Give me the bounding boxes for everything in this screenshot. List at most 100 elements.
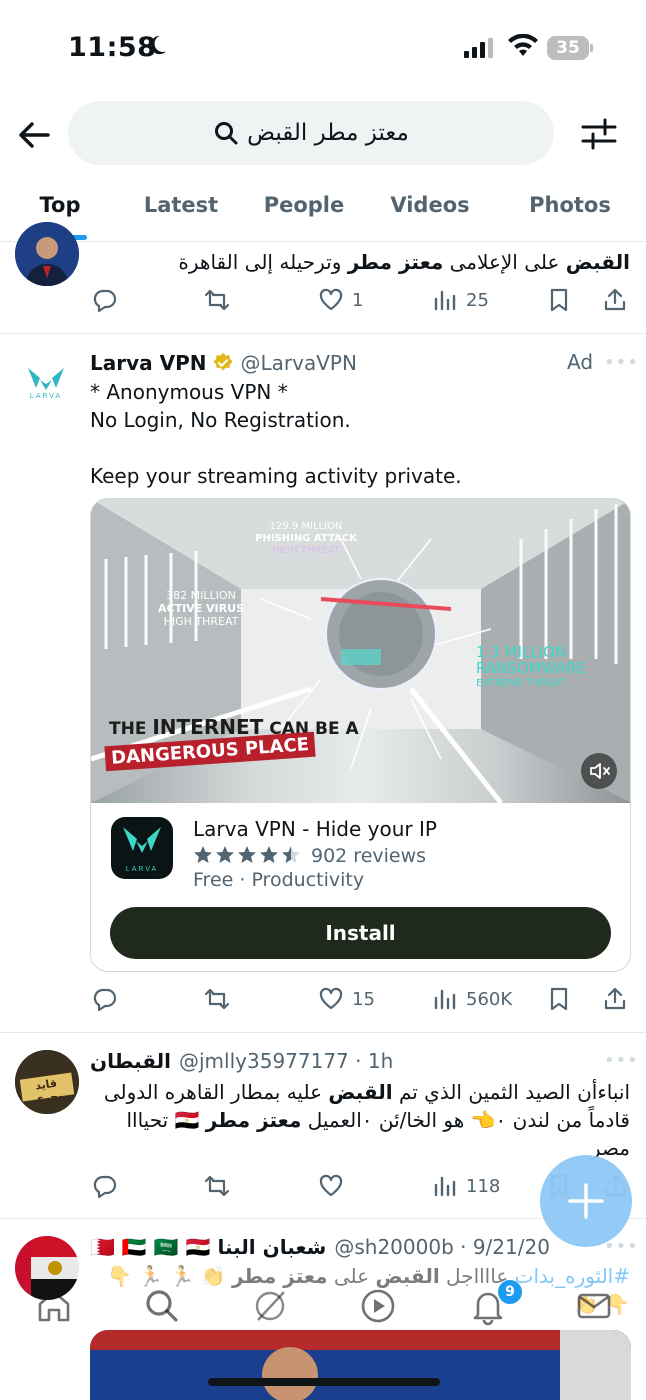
retweet-button[interactable] bbox=[204, 284, 230, 316]
bookmark-button[interactable] bbox=[546, 284, 572, 316]
status-time: 11:58 bbox=[68, 32, 157, 63]
views-icon bbox=[434, 1176, 456, 1197]
divider bbox=[0, 333, 646, 334]
bookmark-icon bbox=[550, 987, 568, 1011]
tweet-media[interactable] bbox=[90, 1330, 631, 1400]
moon-icon bbox=[150, 35, 167, 55]
tab-latest-label: Latest bbox=[143, 193, 219, 217]
larva-logo[interactable]: LARVA bbox=[18, 362, 74, 406]
reply-button[interactable] bbox=[92, 284, 118, 316]
install-button[interactable]: Install bbox=[110, 907, 611, 959]
tab-photos-label: Photos bbox=[529, 193, 611, 217]
retweet-button[interactable] bbox=[204, 983, 230, 1015]
ad-actions: 15 560K bbox=[90, 983, 630, 1015]
stat-label: ACTIVE VIRUS bbox=[158, 602, 244, 615]
ad-card[interactable]: 129.9 MILLION PHISHING ATTACK HIGH THREAT … bbox=[90, 498, 631, 972]
text-segment: عليه بمطار القاهره الدولى bbox=[103, 1080, 329, 1104]
more-options-icon[interactable]: ••• bbox=[604, 1050, 639, 1071]
search-icon[interactable] bbox=[142, 1286, 182, 1326]
ad-author-handle: @LarvaVPN bbox=[240, 351, 357, 375]
mute-icon bbox=[590, 763, 610, 779]
view-count: 560K bbox=[466, 988, 513, 1010]
home-icon[interactable] bbox=[34, 1286, 74, 1326]
stat-ransomware: 1.3 MILLION RANSOMWARE EXTREME THREAT bbox=[476, 644, 596, 692]
views-button[interactable]: 25 bbox=[432, 284, 489, 316]
search-input[interactable]: معتز مطر القبض bbox=[68, 101, 554, 165]
video-icon[interactable] bbox=[358, 1286, 398, 1326]
like-button[interactable]: 15 bbox=[318, 983, 375, 1015]
compose-button[interactable] bbox=[540, 1155, 632, 1247]
bottom-nav bbox=[0, 1270, 646, 1340]
views-button[interactable]: 560K bbox=[432, 983, 512, 1015]
views-icon bbox=[434, 290, 456, 311]
retweet-button[interactable] bbox=[204, 1170, 230, 1202]
messages-icon[interactable] bbox=[574, 1286, 614, 1326]
tab-videos-label: Videos bbox=[390, 193, 470, 217]
filter-icon[interactable] bbox=[580, 116, 618, 152]
text-segment: 👈 bbox=[470, 1108, 496, 1132]
tab-videos[interactable]: Videos bbox=[380, 188, 480, 242]
text-segment: وترحيله إلى القاهرة bbox=[178, 250, 348, 274]
reply-icon bbox=[93, 988, 117, 1012]
battery-level: 35 bbox=[556, 38, 580, 58]
author-name[interactable]: القبطان bbox=[90, 1049, 171, 1073]
like-button[interactable]: 1 bbox=[318, 284, 363, 316]
share-button[interactable] bbox=[602, 284, 628, 316]
avatar[interactable]: قايد بحري bbox=[15, 1050, 79, 1114]
more-options-icon[interactable]: ••• bbox=[604, 352, 639, 373]
tweet-text: القبض على الإعلامى معتز مطر وترحيله إلى … bbox=[100, 248, 630, 276]
stat-sub: HIGH THREAT bbox=[272, 545, 340, 556]
bookmark-button[interactable] bbox=[546, 983, 572, 1015]
like-button[interactable] bbox=[318, 1170, 344, 1202]
text-segment: على الإعلامى bbox=[443, 250, 566, 274]
tweet-author: شعبان البنا 🇧🇭 🇦🇪 🇸🇦 🇪🇬 @sh20000b · 9/21… bbox=[90, 1232, 550, 1262]
ad-label: Ad bbox=[567, 350, 594, 374]
status-bar: 11:58 35 bbox=[0, 0, 646, 95]
stat-sub: HIGH THREAT bbox=[163, 615, 239, 628]
reply-icon bbox=[93, 289, 117, 313]
reply-icon bbox=[93, 1175, 117, 1199]
text-segment: هو الخا/ئن ٠العميل bbox=[301, 1108, 471, 1132]
back-arrow-icon[interactable] bbox=[14, 115, 54, 155]
author-name[interactable]: شعبان البنا 🇧🇭 🇦🇪 🇸🇦 🇪🇬 bbox=[90, 1235, 326, 1259]
ad-author: Larva VPN @LarvaVPN bbox=[90, 348, 357, 378]
tweet-media-image bbox=[90, 1330, 631, 1400]
tab-latest[interactable]: Latest bbox=[128, 188, 234, 242]
larva-logo-text: LARVA bbox=[29, 392, 63, 400]
avatar[interactable] bbox=[15, 222, 79, 286]
text-highlight: معتز مطر bbox=[347, 250, 444, 274]
mute-button[interactable] bbox=[581, 753, 617, 789]
battery-icon: 35 bbox=[547, 36, 593, 60]
ad-author-name[interactable]: Larva VPN bbox=[90, 351, 206, 375]
reply-button[interactable] bbox=[92, 1170, 118, 1202]
text-highlight: معتز مطر bbox=[205, 1108, 302, 1132]
text-segment: قادماً من لندن ٠ bbox=[495, 1108, 630, 1132]
like-count: 15 bbox=[352, 988, 375, 1010]
plus-icon bbox=[568, 1183, 604, 1219]
share-button[interactable] bbox=[602, 983, 628, 1015]
heart-icon bbox=[319, 1174, 343, 1197]
tweet-text: انباءأن الصيد الثمين الذي تم القبض عليه … bbox=[90, 1078, 630, 1162]
tab-photos[interactable]: Photos bbox=[520, 188, 620, 242]
ad-headline: THE INTERNET CAN BE A bbox=[109, 715, 359, 739]
search-tabs: Top Latest People Videos Photos bbox=[0, 188, 646, 242]
like-count: 1 bbox=[352, 289, 364, 311]
rating-stars-icon bbox=[194, 846, 300, 863]
search-query: معتز مطر القبض bbox=[247, 120, 409, 146]
views-button[interactable]: 118 bbox=[432, 1170, 500, 1202]
stat-phishing: 129.9 MILLION PHISHING ATTACK HIGH THREAT bbox=[236, 521, 376, 557]
stat-value: 129.9 MILLION bbox=[269, 521, 343, 532]
reply-button[interactable] bbox=[92, 983, 118, 1015]
person-photo bbox=[15, 222, 79, 286]
tab-people[interactable]: People bbox=[254, 188, 354, 242]
text-segment: انباءأن الصيد الثمين الذي تم bbox=[392, 1080, 630, 1104]
text-highlight: القبض bbox=[565, 250, 630, 274]
tab-people-label: People bbox=[263, 193, 345, 217]
ad-text-line: No Login, No Registration. bbox=[90, 408, 351, 432]
wifi-icon bbox=[508, 34, 538, 56]
grok-icon[interactable] bbox=[250, 1286, 290, 1326]
app-title: Larva VPN - Hide your IP bbox=[193, 817, 437, 841]
divider bbox=[0, 1032, 646, 1033]
ad-media-video[interactable]: 129.9 MILLION PHISHING ATTACK HIGH THREAT … bbox=[91, 499, 630, 803]
heart-icon bbox=[319, 288, 343, 311]
